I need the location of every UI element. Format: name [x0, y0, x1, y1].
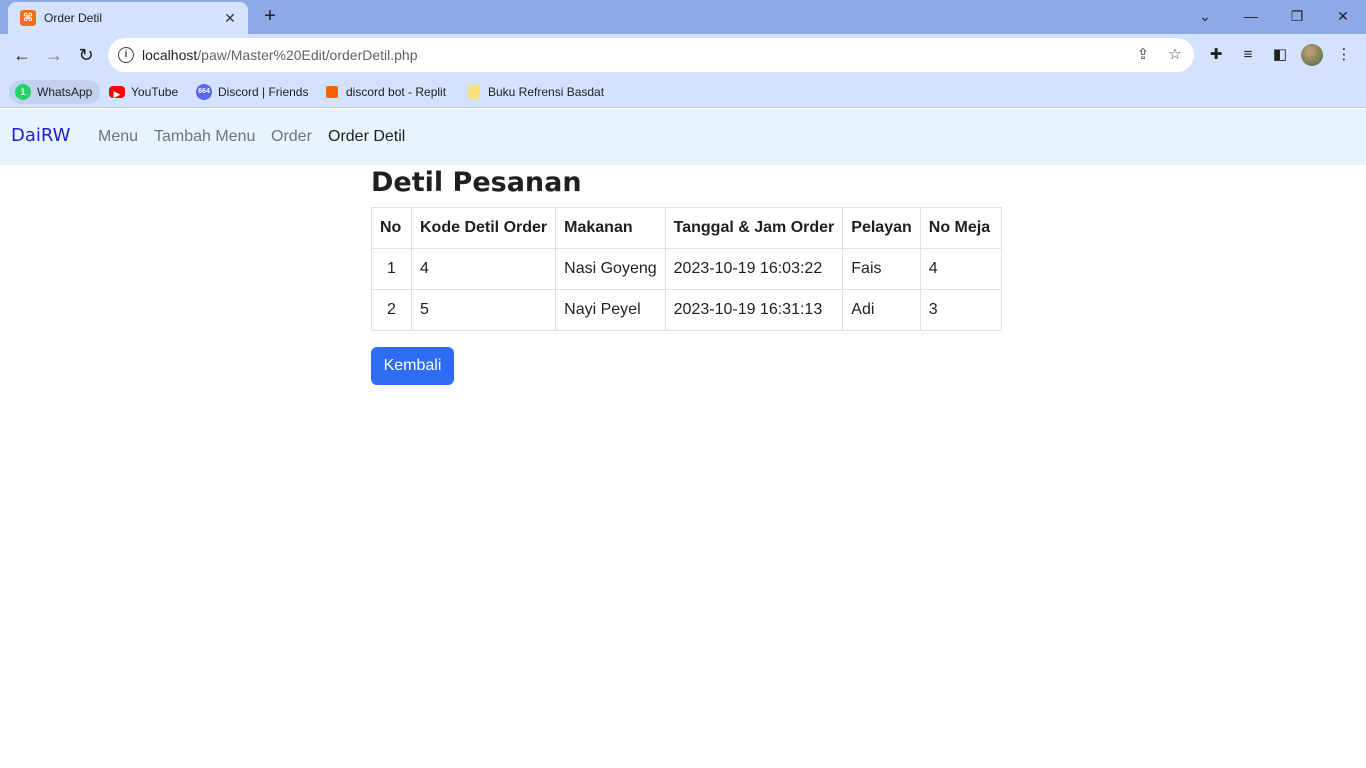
- bookmark-whatsapp[interactable]: 1 WhatsApp: [9, 80, 101, 104]
- bookmark-buku-refrensi[interactable]: Buku Refrensi Basdat: [460, 80, 612, 104]
- nav-link-menu[interactable]: Menu: [98, 128, 138, 146]
- table-row: 2 5 Nayi Peyel 2023-10-19 16:31:13 Adi 3: [371, 289, 1002, 331]
- bookmark-replit[interactable]: discord bot - Replit: [318, 80, 454, 104]
- bookmark-label: discord bot - Replit: [346, 85, 447, 99]
- cell-makanan: Nasi Goyeng: [555, 248, 666, 290]
- column-header-pelayan: Pelayan: [842, 207, 921, 249]
- kembali-button[interactable]: Kembali: [371, 347, 454, 385]
- bookmark-label: Buku Refrensi Basdat: [488, 85, 605, 99]
- minimize-icon[interactable]: —: [1228, 4, 1274, 28]
- bookmark-youtube[interactable]: ▶ YouTube: [103, 80, 186, 104]
- cell-tanggal-jam-order: 2023-10-19 16:31:13: [664, 289, 844, 331]
- brand-logo[interactable]: DaiRW: [11, 125, 70, 146]
- table-header-row: No Kode Detil Order Makanan Tanggal & Ja…: [371, 207, 1002, 249]
- page-title: Detil Pesanan: [371, 167, 582, 198]
- nav-link-order[interactable]: Order: [271, 128, 312, 146]
- column-header-no: No: [371, 207, 412, 249]
- browser-menu-icon[interactable]: ⋮: [1334, 45, 1354, 65]
- discord-icon: 664: [196, 84, 212, 100]
- url-host: localhost: [142, 47, 198, 63]
- bookmark-label: Discord | Friends: [218, 85, 309, 99]
- browser-toolbar: ← → ↻ i localhost/paw/Master%20Edit/orde…: [0, 34, 1366, 76]
- bookmark-label: WhatsApp: [37, 85, 93, 99]
- site-navbar: DaiRW Menu Tambah Menu Order Order Detil: [0, 109, 1366, 165]
- replit-icon: [326, 86, 338, 98]
- cell-pelayan: Adi: [842, 289, 921, 331]
- close-tab-icon[interactable]: ✕: [220, 8, 240, 28]
- bookmark-star-icon[interactable]: ☆: [1166, 46, 1184, 64]
- browser-tab-bar: ⌘ Order Detil ✕ + ⌄ — ❐ ✕: [0, 0, 1366, 34]
- cell-kode-detil-order: 4: [410, 248, 557, 290]
- bookmarks-bar: 1 WhatsApp ▶ YouTube 664 Discord | Frien…: [0, 76, 1366, 108]
- cell-pelayan: Fais: [842, 248, 921, 290]
- media-control-icon[interactable]: ≡: [1238, 45, 1258, 65]
- tab-title: Order Detil: [44, 11, 103, 25]
- side-panel-icon[interactable]: ◧: [1270, 45, 1290, 65]
- bookmark-label: YouTube: [131, 85, 179, 99]
- window-close-icon[interactable]: ✕: [1320, 4, 1366, 28]
- cell-kode-detil-order: 5: [410, 289, 557, 331]
- cell-tanggal-jam-order: 2023-10-19 16:03:22: [664, 248, 844, 290]
- address-url[interactable]: localhost/paw/Master%20Edit/orderDetil.p…: [142, 47, 418, 63]
- browser-tab[interactable]: ⌘ Order Detil ✕: [8, 2, 248, 34]
- back-arrow-icon[interactable]: ←: [9, 42, 35, 68]
- new-tab-icon[interactable]: +: [258, 5, 282, 29]
- url-path: /paw/Master%20Edit/orderDetil.php: [197, 47, 418, 63]
- column-header-tanggal-jam-order: Tanggal & Jam Order: [664, 207, 844, 249]
- site-info-icon[interactable]: i: [118, 47, 134, 63]
- forward-arrow-icon[interactable]: →: [41, 42, 67, 68]
- column-header-makanan: Makanan: [555, 207, 666, 249]
- cell-no: 1: [371, 248, 412, 290]
- restore-icon[interactable]: ❐: [1274, 4, 1320, 28]
- reload-icon[interactable]: ↻: [73, 42, 99, 68]
- order-detail-table: No Kode Detil Order Makanan Tanggal & Ja…: [371, 207, 1002, 331]
- extensions-icon[interactable]: ✚: [1206, 45, 1226, 65]
- xampp-favicon-icon: ⌘: [20, 10, 36, 26]
- nav-link-order-detil[interactable]: Order Detil: [328, 128, 405, 146]
- cell-no-meja: 3: [919, 289, 1002, 331]
- profile-avatar[interactable]: [1301, 44, 1323, 66]
- table-row: 1 4 Nasi Goyeng 2023-10-19 16:03:22 Fais…: [371, 248, 1002, 290]
- cell-makanan: Nayi Peyel: [555, 289, 666, 331]
- bookmark-discord[interactable]: 664 Discord | Friends: [190, 80, 316, 104]
- share-icon[interactable]: ⇪: [1134, 46, 1152, 64]
- nav-link-tambah-menu[interactable]: Tambah Menu: [154, 128, 255, 146]
- address-bar[interactable]: i localhost/paw/Master%20Edit/orderDetil…: [108, 38, 1194, 72]
- tab-search-icon[interactable]: ⌄: [1182, 4, 1228, 28]
- column-header-no-meja: No Meja: [919, 207, 1002, 249]
- column-header-kode-detil-order: Kode Detil Order: [410, 207, 557, 249]
- folder-icon: [468, 85, 480, 99]
- cell-no: 2: [371, 289, 412, 331]
- youtube-icon: ▶: [109, 86, 125, 99]
- whatsapp-icon: 1: [15, 84, 31, 100]
- cell-no-meja: 4: [919, 248, 1002, 290]
